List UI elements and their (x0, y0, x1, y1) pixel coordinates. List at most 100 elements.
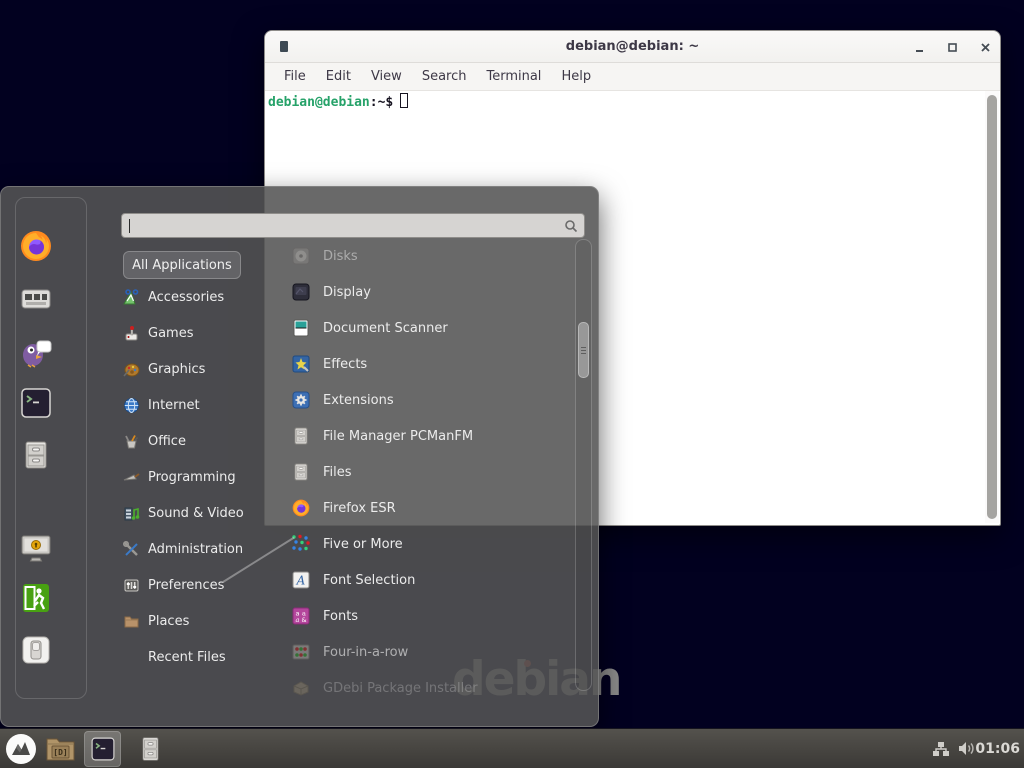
terminal-task-button[interactable] (84, 731, 121, 767)
category-label: Accessories (148, 290, 224, 305)
category-recent-files[interactable]: Recent Files (123, 639, 273, 675)
svg-text:[D]: [D] (53, 748, 67, 757)
app-list-scrollbar-thumb[interactable] (578, 322, 589, 378)
files-icon (291, 462, 311, 482)
games-icon (123, 325, 140, 342)
app-item-file-manager-pcmanfm[interactable]: File Manager PCManFM (291, 418, 576, 454)
terminal-cursor (400, 93, 408, 108)
category-label: Office (148, 434, 186, 449)
font-selection-icon: A (291, 570, 311, 590)
app-item-disks[interactable]: Disks (291, 238, 576, 274)
maximize-button[interactable] (944, 39, 961, 56)
terminal-menubar: File Edit View Search Terminal Help (265, 63, 1000, 91)
text-caret (129, 219, 130, 233)
file-manager-icon (18, 437, 54, 473)
volume-icon[interactable] (957, 740, 976, 761)
category-games[interactable]: Games (123, 315, 273, 351)
category-preferences[interactable]: Preferences (123, 567, 273, 603)
desktop-folder-icon: [D] (45, 735, 76, 763)
gdebi-icon (291, 678, 311, 698)
app-label: Display (323, 285, 371, 300)
favorite-shut-down[interactable] (18, 632, 54, 668)
app-search-input[interactable] (121, 213, 585, 238)
menu-help[interactable]: Help (551, 63, 601, 91)
app-item-fonts[interactable]: a a a & Fonts (291, 598, 576, 634)
lock-screen-icon (18, 529, 54, 565)
network-icon[interactable] (932, 741, 950, 761)
effects-icon (291, 354, 311, 374)
favorite-log-out[interactable] (18, 580, 54, 616)
prompt-user: debian@debian (268, 95, 370, 110)
prompt-suffix: :~$ (370, 95, 393, 110)
fonts-icon: a a a & (291, 606, 311, 626)
category-label: Administration (148, 542, 243, 557)
file-manager-task-button[interactable] (132, 731, 168, 767)
firefox-icon (291, 498, 311, 518)
sound-video-icon (123, 505, 140, 522)
extensions-icon (291, 390, 311, 410)
app-label: Five or More (323, 537, 403, 552)
svg-text:a: a (296, 616, 300, 624)
category-label: Graphics (148, 362, 205, 377)
preferences-icon (123, 577, 140, 594)
places-icon (123, 613, 140, 630)
favorite-pidgin[interactable] (18, 333, 54, 369)
app-item-gdebi-package-installer[interactable]: GDebi Package Installer (291, 670, 576, 706)
menu-search[interactable]: Search (412, 63, 477, 91)
menu-view[interactable]: View (361, 63, 412, 91)
category-graphics[interactable]: Graphics (123, 351, 273, 387)
category-label: Programming (148, 470, 236, 485)
app-label: Firefox ESR (323, 501, 396, 516)
graphics-icon (123, 361, 140, 378)
app-label: Extensions (323, 393, 394, 408)
favorite-file-manager[interactable] (18, 437, 54, 473)
office-icon (123, 433, 140, 450)
menu-terminal[interactable]: Terminal (476, 63, 551, 91)
menu-file[interactable]: File (274, 63, 316, 91)
window-title: debian@debian: ~ (265, 31, 1000, 63)
taskbar-clock[interactable]: 01:06 (975, 729, 1020, 768)
category-sound-video[interactable]: Sound & Video (123, 495, 273, 531)
terminal-scrollbar-thumb[interactable] (987, 95, 997, 519)
programming-icon (123, 469, 140, 486)
app-list-scrollbar[interactable] (575, 239, 592, 691)
taskbar: [D] (0, 728, 1024, 768)
app-item-display[interactable]: Display (291, 274, 576, 310)
app-item-effects[interactable]: Effects (291, 346, 576, 382)
category-programming[interactable]: Programming (123, 459, 273, 495)
favorite-terminal[interactable] (18, 385, 54, 421)
app-label: Effects (323, 357, 367, 372)
category-accessories[interactable]: Accessories (123, 279, 273, 315)
category-internet[interactable]: Internet (123, 387, 273, 423)
desktop-folder-button[interactable]: [D] (42, 731, 78, 767)
app-label: Font Selection (323, 573, 415, 588)
all-applications-button[interactable]: All Applications (123, 251, 241, 279)
category-label: Sound & Video (148, 506, 244, 521)
app-item-font-selection[interactable]: A Font Selection (291, 562, 576, 598)
file-manager-icon (291, 426, 311, 446)
menu-edit[interactable]: Edit (316, 63, 361, 91)
minimize-icon (914, 42, 925, 53)
minimize-button[interactable] (911, 39, 928, 56)
favorite-software-packages[interactable] (18, 281, 54, 317)
favorite-lock-screen[interactable] (18, 529, 54, 565)
category-places[interactable]: Places (123, 603, 273, 639)
app-item-five-or-more[interactable]: Five or More (291, 526, 576, 562)
terminal-scrollbar[interactable] (985, 91, 999, 523)
svg-text:A: A (296, 574, 306, 588)
terminal-titlebar[interactable]: debian@debian: ~ (265, 31, 1000, 63)
app-item-document-scanner[interactable]: Document Scanner (291, 310, 576, 346)
category-administration[interactable]: Administration (123, 531, 273, 567)
app-item-four-in-a-row[interactable]: Four-in-a-row (291, 634, 576, 670)
app-item-firefox-esr[interactable]: Firefox ESR (291, 490, 576, 526)
category-label: Recent Files (148, 650, 226, 665)
administration-icon (123, 541, 140, 558)
close-button[interactable] (977, 39, 994, 56)
category-office[interactable]: Office (123, 423, 273, 459)
category-label: Games (148, 326, 193, 341)
favorite-firefox[interactable] (18, 228, 54, 264)
app-item-extensions[interactable]: Extensions (291, 382, 576, 418)
app-item-files[interactable]: Files (291, 454, 576, 490)
applications-menu-button[interactable] (3, 731, 39, 767)
app-label: GDebi Package Installer (323, 681, 478, 696)
